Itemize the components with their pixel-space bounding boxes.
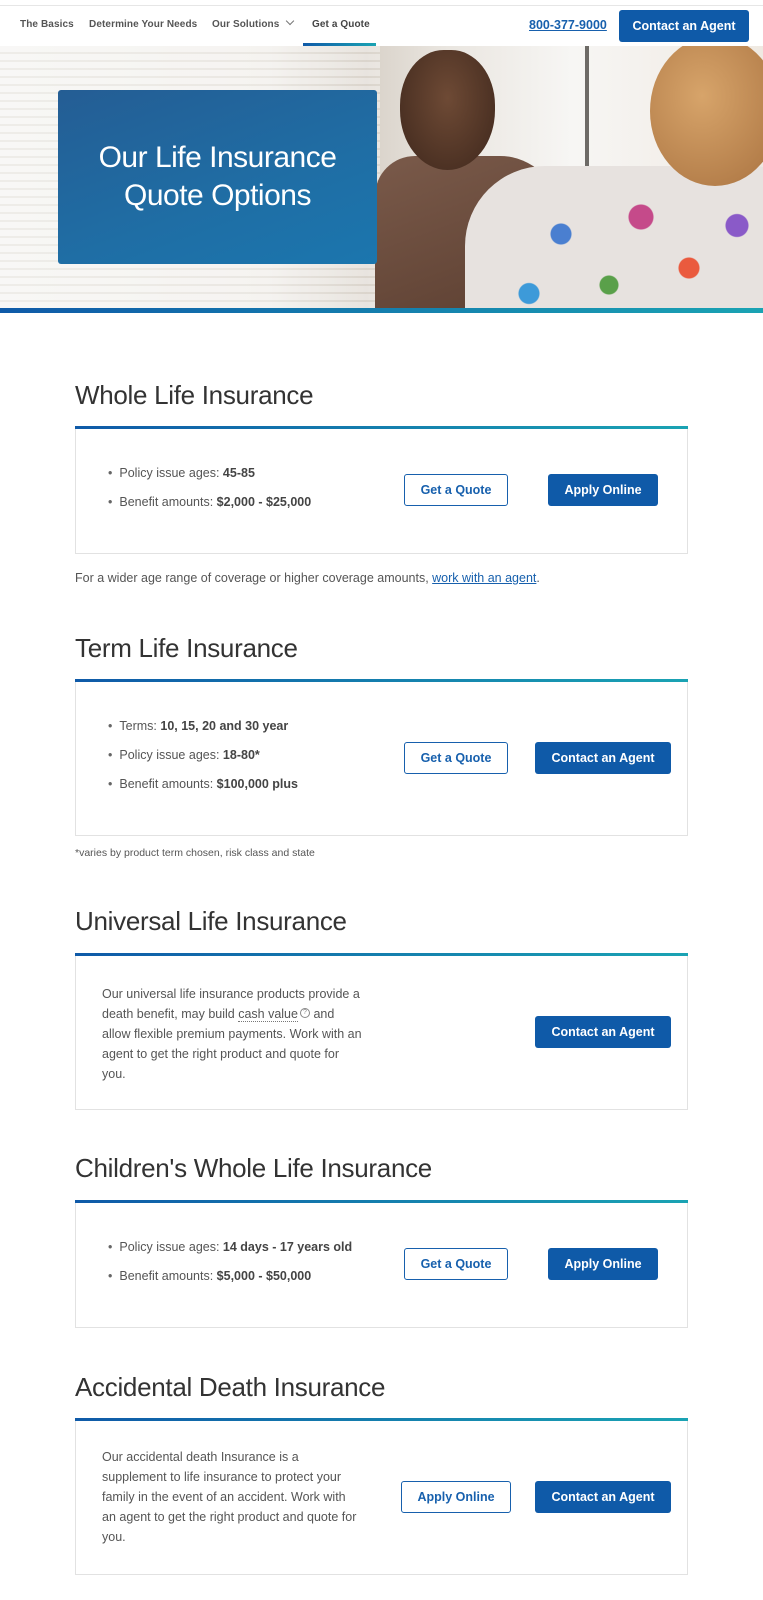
card-accent-bar xyxy=(75,1418,688,1421)
product-card: Terms: 10, 15, 20 and 30 year Policy iss… xyxy=(75,679,688,836)
feature-value: 18-80* xyxy=(222,748,260,762)
hero-banner: Our Life Insurance Quote Options xyxy=(0,46,763,308)
nav-item-our-solutions[interactable]: Our Solutions xyxy=(212,16,295,30)
chevron-down-icon xyxy=(286,16,295,26)
product-card: Policy issue ages: 45-85 Benefit amounts… xyxy=(75,426,688,554)
feature-value: $2,000 - $25,000 xyxy=(216,495,312,509)
list-item: Benefit amounts: $5,000 - $50,000 xyxy=(108,1267,352,1296)
get-quote-button[interactable]: Get a Quote xyxy=(404,1248,508,1280)
section-title: Accidental Death Insurance xyxy=(75,1372,386,1402)
feature-list: Terms: 10, 15, 20 and 30 year Policy iss… xyxy=(108,717,298,804)
term-footnote: *varies by product term chosen, risk cla… xyxy=(75,847,315,859)
cash-value-term[interactable]: cash value xyxy=(238,1007,298,1022)
card-accent-bar xyxy=(75,679,688,682)
section-term-life: Term Life Insurance Terms: 10, 15, 20 an… xyxy=(75,631,688,836)
list-item: Terms: 10, 15, 20 and 30 year xyxy=(108,717,298,746)
product-description: Our accidental death Insurance is a supp… xyxy=(102,1450,357,1544)
section-title: Term Life Insurance xyxy=(75,633,298,663)
note-text: For a wider age range of coverage or hig… xyxy=(75,571,433,585)
product-card: Policy issue ages: 14 days - 17 years ol… xyxy=(75,1200,688,1328)
product-card: Our universal life insurance products pr… xyxy=(75,953,688,1110)
card-accent-bar xyxy=(75,426,688,429)
feature-value: 45-85 xyxy=(222,466,255,480)
feature-label: Policy issue ages: xyxy=(119,748,223,762)
feature-label: Benefit amounts: xyxy=(119,777,217,791)
get-quote-button[interactable]: Get a Quote xyxy=(404,474,508,506)
list-item: Policy issue ages: 14 days - 17 years ol… xyxy=(108,1238,352,1267)
list-item: Benefit amounts: $2,000 - $25,000 xyxy=(108,493,311,522)
section-accidental-death: Accidental Death Insurance Our accidenta… xyxy=(75,1370,688,1575)
product-card: Our accidental death Insurance is a supp… xyxy=(75,1418,688,1575)
section-universal-life: Universal Life Insurance Our universal l… xyxy=(75,904,688,1110)
section-whole-life: Whole Life Insurance Policy issue ages: … xyxy=(75,378,688,554)
feature-list: Policy issue ages: 45-85 Benefit amounts… xyxy=(108,464,311,522)
list-item: Policy issue ages: 45-85 xyxy=(108,464,311,493)
contact-agent-button[interactable]: Contact an Agent xyxy=(535,1016,671,1048)
list-item: Benefit amounts: $100,000 plus xyxy=(108,775,298,804)
hero-photo-woman xyxy=(465,166,763,308)
agent-note: For a wider age range of coverage or hig… xyxy=(75,571,540,585)
apply-online-button[interactable]: Apply Online xyxy=(548,474,658,506)
hero-accent-bar xyxy=(0,308,763,313)
phone-link[interactable]: 800-377-9000 xyxy=(529,18,607,32)
contact-agent-button[interactable]: Contact an Agent xyxy=(535,742,671,774)
feature-value: 10, 15, 20 and 30 year xyxy=(160,719,289,733)
nav-item-determine-your-needs[interactable]: Determine Your Needs xyxy=(89,19,197,30)
work-with-agent-link[interactable]: work with an agent xyxy=(432,571,536,585)
feature-label: Policy issue ages: xyxy=(119,1240,223,1254)
section-childrens-whole-life: Children's Whole Life Insurance Policy i… xyxy=(75,1151,688,1328)
feature-value: $5,000 - $50,000 xyxy=(216,1269,312,1283)
hero-photo-man-head xyxy=(400,50,495,170)
nav-item-get-a-quote[interactable]: Get a Quote xyxy=(312,19,370,30)
feature-value: 14 days - 17 years old xyxy=(222,1240,353,1254)
nav-item-the-basics[interactable]: The Basics xyxy=(20,19,74,30)
feature-list: Policy issue ages: 14 days - 17 years ol… xyxy=(108,1238,352,1296)
product-description: Our universal life insurance products pr… xyxy=(102,984,362,1084)
feature-label: Benefit amounts: xyxy=(119,495,217,509)
section-title: Children's Whole Life Insurance xyxy=(75,1153,432,1183)
get-quote-button[interactable]: Get a Quote xyxy=(404,742,508,774)
list-item: Policy issue ages: 18-80* xyxy=(108,746,298,775)
hero-photo-woman-hair xyxy=(650,46,763,186)
feature-label: Benefit amounts: xyxy=(119,1269,217,1283)
apply-online-button[interactable]: Apply Online xyxy=(548,1248,658,1280)
active-tab-indicator xyxy=(303,43,376,46)
card-accent-bar xyxy=(75,1200,688,1203)
hero-title-line1: Our Life Insurance xyxy=(98,141,337,174)
question-circle-icon[interactable]: ? xyxy=(299,1008,310,1018)
main-nav: The Basics Determine Your Needs Our Solu… xyxy=(0,6,763,46)
nav-item-label: Our Solutions xyxy=(212,19,280,30)
contact-agent-nav-button[interactable]: Contact an Agent xyxy=(619,10,749,42)
section-title: Universal Life Insurance xyxy=(75,906,347,936)
hero-title-box: Our Life Insurance Quote Options xyxy=(58,90,377,264)
note-end: . xyxy=(536,571,540,585)
contact-agent-button[interactable]: Contact an Agent xyxy=(535,1481,671,1513)
apply-online-button[interactable]: Apply Online xyxy=(401,1481,511,1513)
hero-title-line2: Quote Options xyxy=(124,179,311,212)
section-title: Whole Life Insurance xyxy=(75,380,314,410)
feature-label: Policy issue ages: xyxy=(119,466,223,480)
feature-value: $100,000 plus xyxy=(216,777,298,791)
card-accent-bar xyxy=(75,953,688,956)
feature-label: Terms: xyxy=(119,719,161,733)
